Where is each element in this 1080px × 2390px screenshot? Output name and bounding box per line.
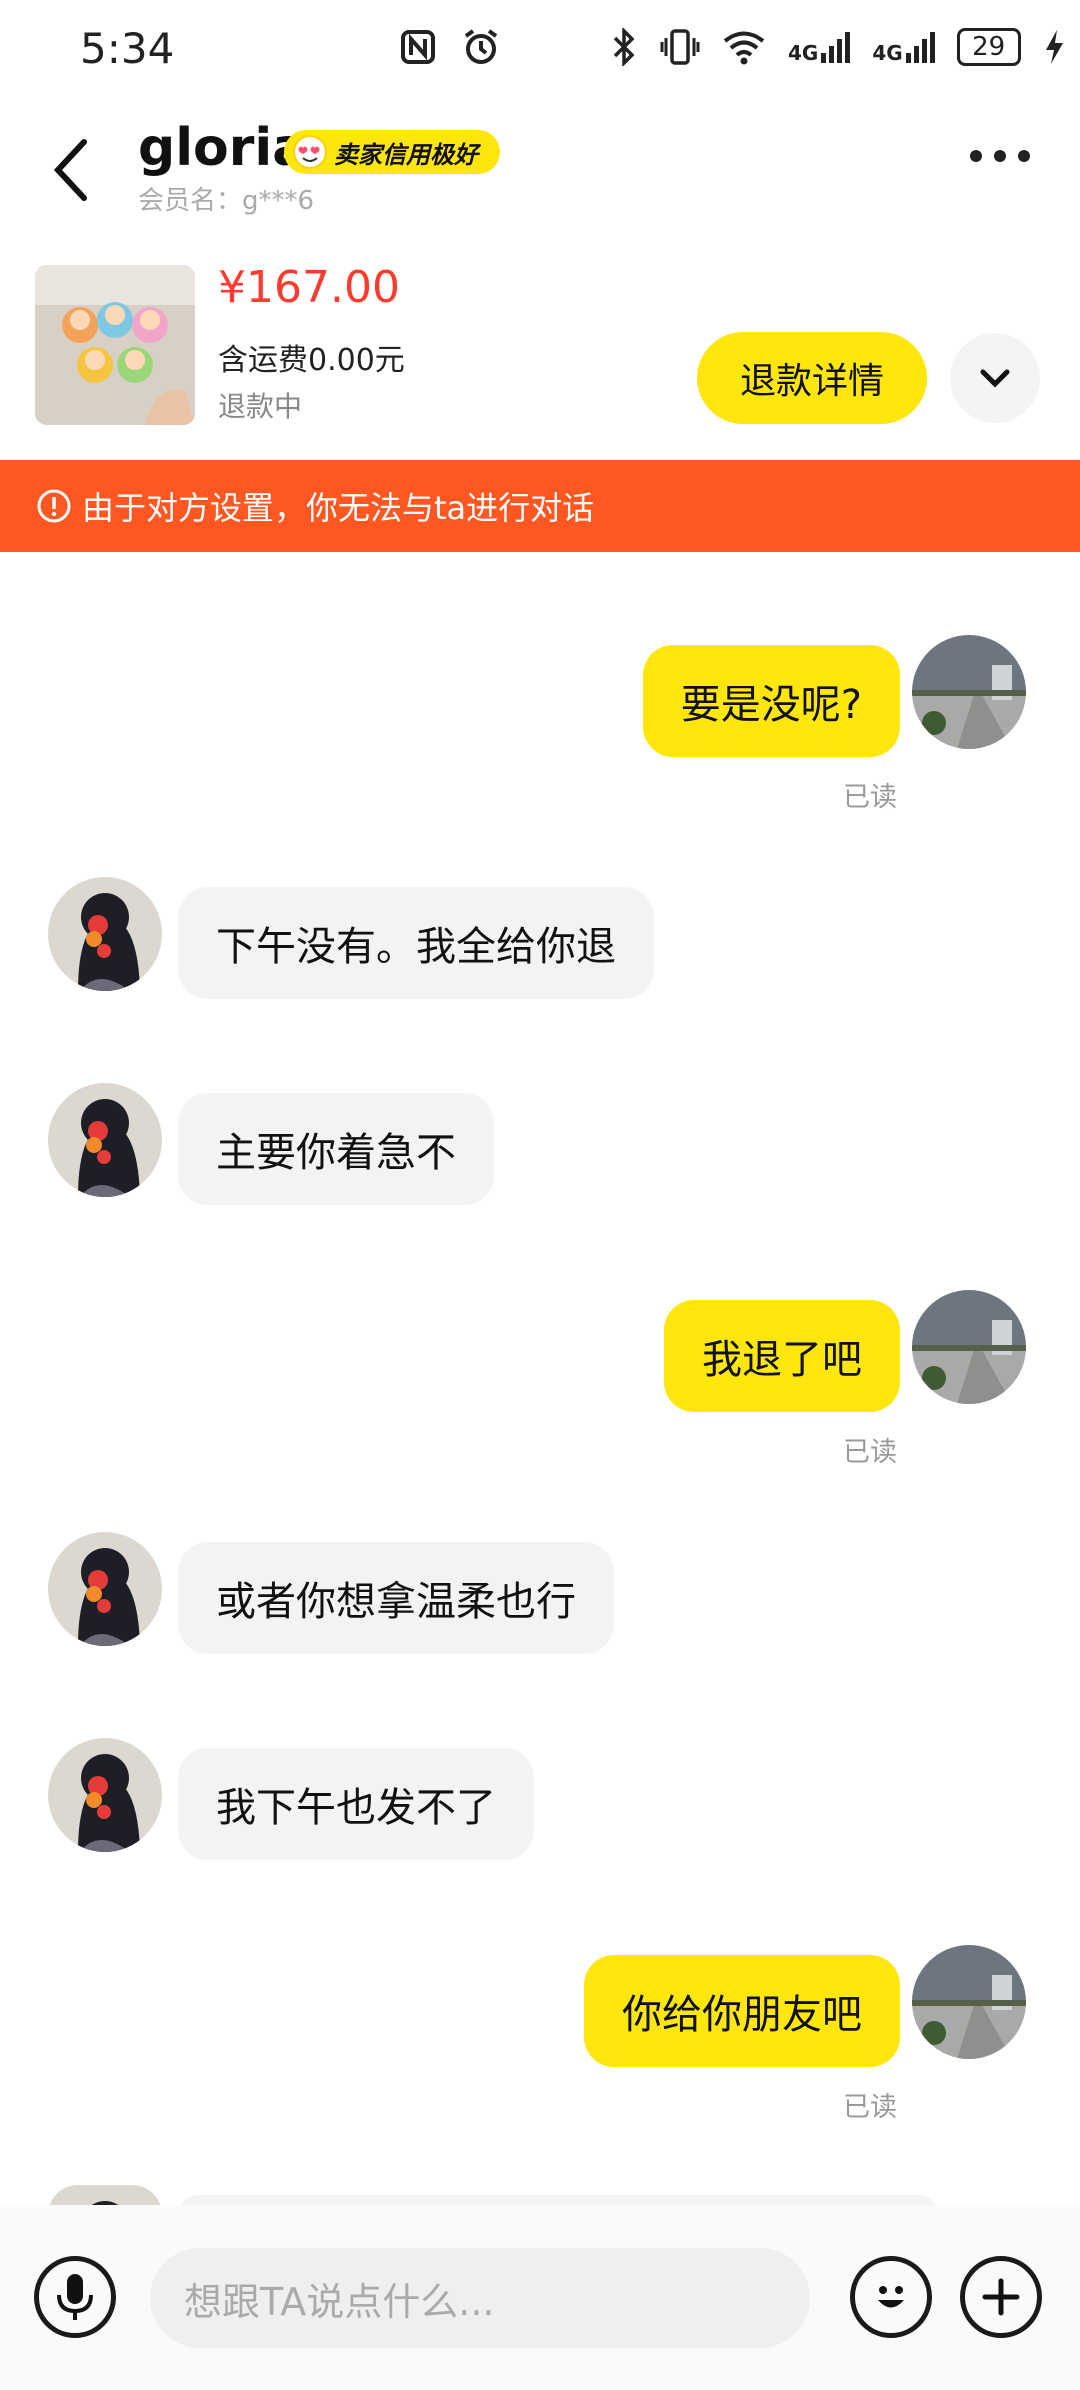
battery-indicator: 29 — [956, 28, 1021, 66]
plus-button[interactable] — [960, 2256, 1042, 2338]
chevron-down-icon — [980, 369, 1010, 388]
wifi-icon — [723, 31, 765, 65]
message-bubble-out[interactable]: 要是没呢? — [642, 645, 900, 757]
message-bubble-out[interactable]: 我退了吧 — [664, 1300, 900, 1412]
road-photo — [912, 1290, 1026, 1404]
signal-icon-2: 4G — [872, 31, 935, 63]
plus-icon — [982, 2278, 1020, 2316]
banner-text: 由于对方设置，你无法与ta进行对话 — [82, 489, 595, 527]
order-state: 退款中 — [218, 390, 303, 423]
my-avatar[interactable] — [912, 1945, 1026, 2059]
back-icon[interactable] — [42, 130, 102, 210]
emoji-icon — [878, 2286, 904, 2308]
message-input[interactable]: 想跟TA说点什么... — [150, 2248, 810, 2348]
message-bubble-in[interactable]: 或者你想拿温柔也行 — [178, 1542, 614, 1654]
product-image — [35, 265, 195, 425]
message-bubble-in[interactable]: 主要你着急不 — [178, 1093, 494, 1205]
microphone-icon — [57, 2274, 93, 2320]
contact-avatar[interactable] — [48, 877, 162, 991]
heart-eyes-emoji-icon — [293, 135, 327, 169]
more-icon[interactable] — [970, 150, 1030, 162]
portrait-photo — [48, 1083, 162, 1197]
read-receipt: 已读 — [843, 1437, 897, 1468]
portrait-photo — [48, 1738, 162, 1852]
message-bubble-out[interactable]: 你给你朋友吧 — [584, 1955, 900, 2067]
voice-button[interactable] — [34, 2256, 116, 2338]
contact-avatar[interactable] — [48, 1083, 162, 1197]
road-photo — [912, 1945, 1026, 2059]
member-name: 会员名：g***6 — [138, 186, 315, 216]
expand-button[interactable] — [950, 333, 1040, 423]
vibrate-icon — [660, 29, 700, 65]
refund-details-button[interactable]: 退款详情 — [697, 332, 927, 424]
message-bubble-in[interactable]: 我下午也发不了 — [178, 1748, 534, 1860]
contact-avatar[interactable] — [48, 1738, 162, 1852]
input-placeholder: 想跟TA说点什么... — [184, 2279, 495, 2324]
charging-icon — [1045, 30, 1063, 64]
alert-circle-icon — [37, 489, 71, 523]
my-avatar[interactable] — [912, 1290, 1026, 1404]
alarm-icon — [464, 29, 498, 64]
seller-credit-badge: 卖家信用极好 — [284, 130, 500, 174]
signal-icon: 4G — [788, 31, 851, 63]
product-price: ¥167.00 — [218, 262, 400, 313]
shipping-fee: 含运费0.00元 — [218, 343, 405, 378]
contact-avatar[interactable] — [48, 1532, 162, 1646]
badge-label: 卖家信用极好 — [334, 140, 478, 169]
blocked-banner: 由于对方设置，你无法与ta进行对话 — [0, 460, 1080, 552]
contact-name: gloria — [138, 118, 308, 178]
status-time: 5:34 — [80, 24, 175, 73]
nfc-icon — [401, 30, 435, 64]
read-receipt: 已读 — [843, 782, 897, 813]
portrait-photo — [48, 877, 162, 991]
my-avatar[interactable] — [912, 635, 1026, 749]
message-bubble-in[interactable]: 下午没有。我全给你退 — [178, 887, 654, 999]
portrait-photo — [48, 1532, 162, 1646]
bluetooth-icon — [613, 28, 635, 66]
road-photo — [912, 635, 1026, 749]
product-thumbnail[interactable] — [35, 265, 195, 425]
status-icons-right: 4G 4G 29 — [612, 28, 1065, 66]
read-receipt: 已读 — [843, 2092, 897, 2123]
status-icons-left — [400, 28, 500, 66]
emoji-button[interactable] — [850, 2256, 932, 2338]
